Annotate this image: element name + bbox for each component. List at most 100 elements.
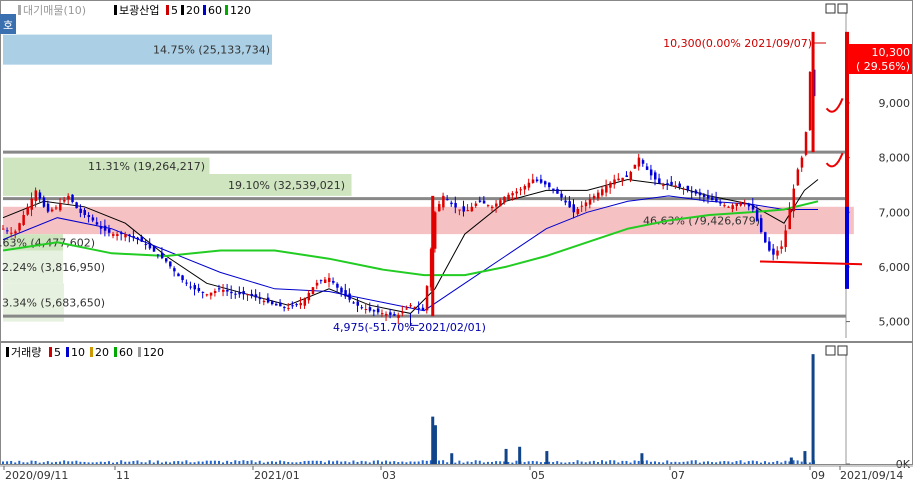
candle bbox=[283, 307, 286, 309]
volume-bar bbox=[803, 451, 807, 464]
candle bbox=[185, 282, 188, 284]
candle bbox=[307, 292, 311, 301]
volume-bar bbox=[83, 461, 86, 464]
legend-item[interactable]: 60 bbox=[208, 4, 222, 17]
volume-bar bbox=[401, 461, 404, 464]
volume-bar bbox=[523, 462, 526, 464]
volume-bar bbox=[54, 461, 57, 464]
volume-bar bbox=[87, 462, 90, 464]
candle bbox=[431, 195, 435, 317]
candle bbox=[323, 279, 327, 283]
candle bbox=[34, 190, 38, 202]
volume-bar bbox=[107, 461, 110, 464]
volume-bar bbox=[275, 461, 278, 464]
candle bbox=[266, 297, 270, 303]
candle bbox=[768, 241, 771, 251]
candle bbox=[507, 194, 510, 200]
legend-item[interactable]: 보광산업 bbox=[119, 4, 159, 17]
candle bbox=[63, 199, 66, 202]
candle bbox=[682, 188, 686, 190]
high-annotation: 10,300(0.00% 2021/09/07) bbox=[663, 37, 812, 50]
supply-zone-label: 3.34% (5,683,650) bbox=[2, 296, 105, 309]
volume-bar bbox=[792, 460, 795, 464]
volume-bar bbox=[380, 461, 383, 464]
volume-legend-item[interactable]: 거래량 bbox=[11, 346, 41, 359]
volume-bar bbox=[739, 460, 742, 464]
candle bbox=[217, 288, 221, 290]
candle bbox=[421, 307, 425, 311]
window-button[interactable] bbox=[825, 3, 836, 14]
supply-zone-label: 2.24% (3,816,950) bbox=[2, 261, 105, 274]
candle bbox=[845, 206, 849, 289]
candle bbox=[95, 222, 99, 225]
volume-bar bbox=[376, 460, 379, 464]
candle bbox=[670, 181, 673, 185]
candle bbox=[360, 307, 364, 309]
volume-bar bbox=[128, 461, 131, 464]
price-tick-label: 8,000 bbox=[879, 152, 911, 165]
volume-legend-item[interactable]: 5 bbox=[54, 346, 61, 359]
volume-legend-item[interactable]: 120 bbox=[143, 346, 164, 359]
volume-bar bbox=[201, 461, 204, 464]
candle bbox=[548, 182, 551, 188]
volume-bar bbox=[336, 460, 339, 464]
candle bbox=[543, 181, 547, 185]
candle bbox=[409, 305, 412, 307]
volume-bar bbox=[702, 461, 705, 464]
window-button[interactable] bbox=[837, 345, 848, 356]
candle bbox=[796, 169, 800, 186]
volume-legend-item[interactable]: 60 bbox=[119, 346, 133, 359]
volume-bar bbox=[140, 462, 143, 464]
window-button[interactable] bbox=[825, 345, 836, 356]
volume-bar bbox=[694, 460, 697, 464]
candle bbox=[495, 203, 498, 207]
candle bbox=[625, 175, 628, 178]
candle bbox=[735, 203, 738, 207]
volume-legend-item[interactable]: 20 bbox=[95, 346, 109, 359]
candle bbox=[169, 261, 172, 267]
volume-bar bbox=[552, 462, 555, 464]
volume-bar bbox=[234, 460, 237, 464]
volume-bar bbox=[633, 460, 636, 464]
candle bbox=[654, 172, 657, 180]
supply-zone-label: 11.31% (19,264,217) bbox=[88, 160, 205, 173]
volume-bar bbox=[666, 460, 669, 464]
volume-bar bbox=[63, 460, 66, 464]
candle bbox=[201, 291, 205, 293]
volume-bar bbox=[768, 462, 771, 464]
candle bbox=[299, 303, 302, 306]
volume-legend-item[interactable]: 10 bbox=[71, 346, 85, 359]
candle bbox=[478, 200, 482, 202]
candle bbox=[474, 203, 478, 206]
volume-bar bbox=[246, 460, 249, 464]
candle bbox=[731, 205, 734, 209]
candle bbox=[30, 198, 34, 210]
volume-bar bbox=[645, 460, 648, 464]
candle bbox=[165, 258, 168, 262]
candle bbox=[258, 297, 262, 300]
candle bbox=[295, 304, 298, 306]
volume-bar bbox=[71, 461, 74, 464]
candle bbox=[515, 191, 518, 194]
candle bbox=[222, 289, 225, 292]
volume-bar bbox=[789, 457, 793, 464]
volume-bar bbox=[103, 462, 106, 464]
candle bbox=[588, 199, 592, 205]
candle bbox=[442, 195, 445, 208]
legend-item[interactable]: 120 bbox=[230, 4, 251, 17]
volume-bar bbox=[144, 462, 147, 464]
legend-swatch bbox=[114, 5, 117, 15]
candle bbox=[38, 192, 42, 199]
candle bbox=[213, 290, 217, 294]
candle bbox=[617, 178, 620, 181]
volume-bar bbox=[592, 460, 595, 464]
legend-item[interactable]: 대기매물(10) bbox=[23, 4, 86, 17]
legend-item[interactable]: 20 bbox=[186, 4, 200, 17]
candle bbox=[715, 198, 718, 202]
legend-item[interactable]: 5 bbox=[171, 4, 178, 17]
volume-bar bbox=[539, 462, 542, 464]
window-button[interactable] bbox=[837, 3, 848, 14]
volume-bar bbox=[405, 462, 408, 464]
candle bbox=[116, 234, 119, 237]
candle bbox=[462, 206, 465, 212]
